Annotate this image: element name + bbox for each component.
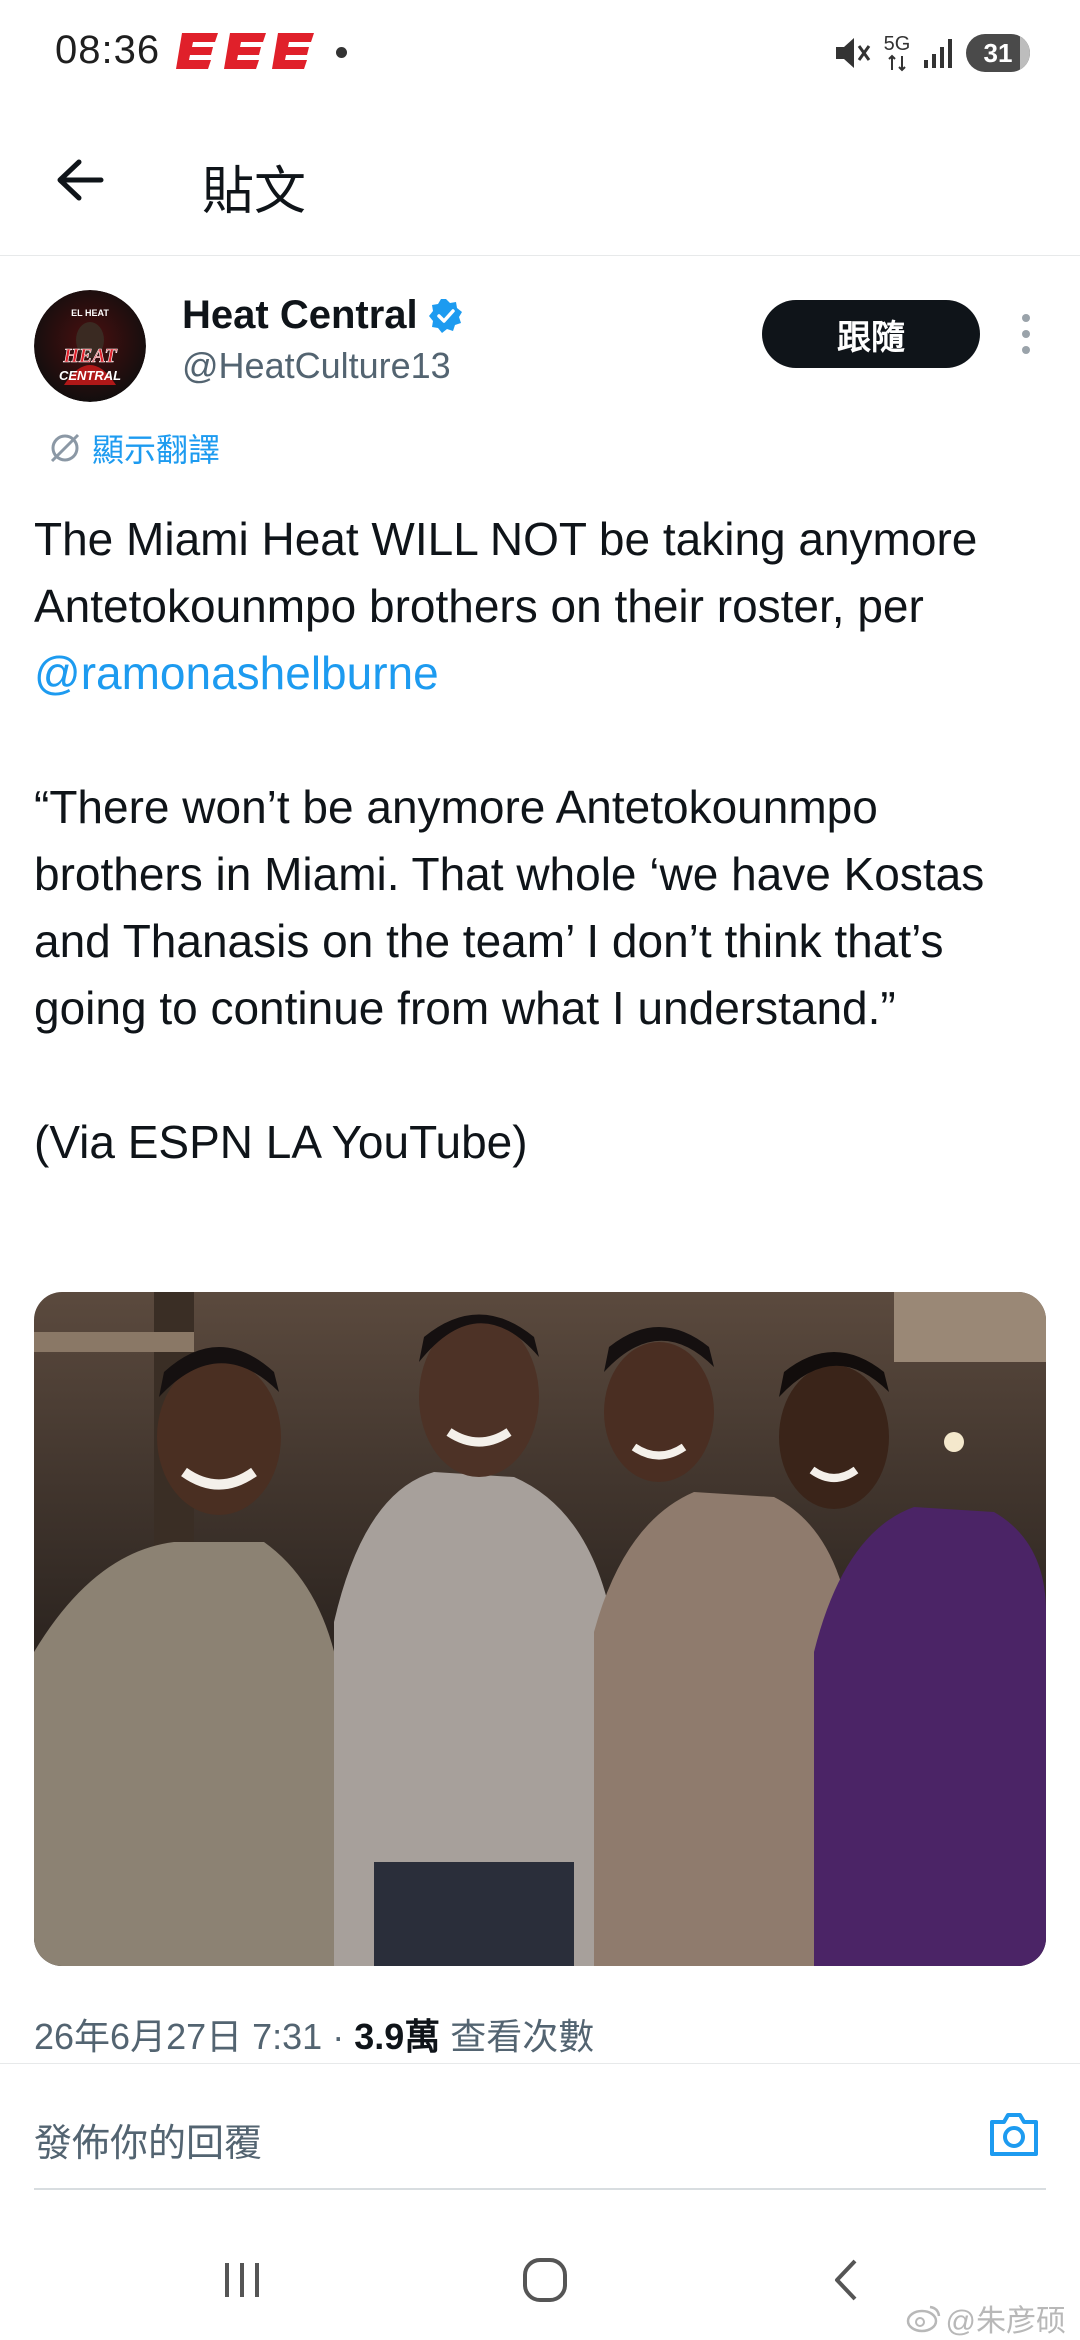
camera-icon: [990, 2113, 1038, 2156]
group-photo-image: [34, 1292, 1046, 1966]
reply-divider: [34, 2188, 1046, 2190]
translate-icon: [50, 433, 80, 463]
view-count: 3.9萬: [354, 2016, 441, 2057]
watermark-text: @朱彦硕: [945, 2305, 1066, 2338]
tweet-via: (Via ESPN LA YouTube): [34, 1116, 528, 1168]
data-arrows-icon: [888, 54, 906, 72]
tweet-paragraph: The Miami Heat WILL NOT be taking anymor…: [34, 513, 978, 699]
author-name-row[interactable]: Heat Central: [182, 293, 464, 338]
svg-text:EL HEAT: EL HEAT: [71, 308, 109, 318]
tweet-meta: 26年6月27日 7:31 · 3.9萬 查看次數: [34, 2008, 594, 2060]
network-label: 5G: [883, 33, 911, 55]
network-indicator: 5G: [882, 34, 912, 72]
reply-bar: 發佈你的回覆: [0, 2063, 1080, 2194]
watermark: @朱彦硕: [906, 2296, 1066, 2340]
status-bar: 08:36 5G 31: [0, 0, 1080, 105]
more-options-button[interactable]: [1008, 306, 1044, 362]
camera-button[interactable]: [984, 2104, 1044, 2164]
tweet-photo[interactable]: [34, 1292, 1046, 1966]
battery-indicator: 31: [966, 34, 1030, 72]
heat-central-logo-icon: EL HEAT HEAT CENTRAL: [34, 290, 146, 402]
recent-apps-icon: [225, 2263, 259, 2297]
svg-text:CENTRAL: CENTRAL: [59, 368, 121, 383]
notification-dot: [336, 47, 347, 58]
status-time: 08:36: [55, 28, 161, 72]
arrow-left-icon: [57, 159, 104, 201]
back-nav-button[interactable]: [808, 2245, 888, 2315]
show-translation-label[interactable]: 顯示翻譯: [92, 425, 220, 471]
status-icons: 5G 31: [832, 28, 1030, 78]
view-count-label: 查看次數: [450, 2016, 595, 2057]
home-button[interactable]: [505, 2245, 585, 2315]
tweet-text: The Miami Heat WILL NOT be taking anymor…: [34, 506, 1044, 1243]
author-handle[interactable]: @HeatCulture13: [182, 345, 451, 387]
verified-badge-icon: [428, 298, 462, 333]
battery-level: 31: [983, 37, 1013, 68]
back-button[interactable]: [40, 140, 120, 220]
more-dot-icon: [1022, 330, 1030, 338]
meta-separator: ·: [332, 2016, 345, 2057]
page-title: 貼文: [202, 163, 307, 221]
espn-brand-icon: [176, 33, 314, 69]
follow-button[interactable]: 跟隨: [762, 300, 980, 368]
more-dot-icon: [1022, 346, 1030, 354]
more-dot-icon: [1022, 314, 1030, 322]
reply-input[interactable]: 發佈你的回覆: [34, 2112, 262, 2167]
author-name[interactable]: Heat Central: [182, 293, 418, 338]
svg-text:HEAT: HEAT: [62, 345, 117, 367]
recent-apps-button[interactable]: [202, 2245, 282, 2315]
home-icon: [523, 2258, 567, 2302]
show-translation-link[interactable]: 顯示翻譯: [48, 425, 220, 471]
mute-icon: [836, 38, 871, 68]
mention-link[interactable]: @ramonashelburne: [34, 647, 439, 699]
tweet-quote: “There won’t be anymore Antetokounmpo br…: [34, 781, 985, 1034]
page-header: 貼文: [0, 105, 1080, 256]
weibo-logo-icon: [906, 2305, 940, 2333]
chevron-left-icon: [835, 2259, 857, 2301]
signal-icon: [924, 39, 952, 68]
tweet-date: 26年6月27日 7:31: [34, 2016, 323, 2057]
avatar[interactable]: EL HEAT HEAT CENTRAL: [34, 290, 146, 402]
